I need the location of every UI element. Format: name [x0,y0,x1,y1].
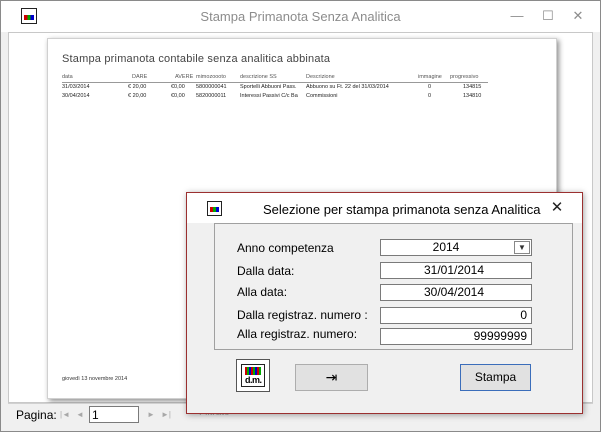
alla-data-field[interactable]: 30/04/2014 [380,284,532,301]
col-header-dare: DARE [132,74,148,80]
next-page-button[interactable]: ► [145,408,157,422]
print-button[interactable]: Stampa [460,364,531,391]
anno-competenza-select[interactable]: 2014 ▼ [380,239,532,256]
anno-competenza-value: 2014 [432,240,460,254]
dalla-registrazione-label: Dalla registraz. numero : [237,308,368,322]
exit-button[interactable]: ⇥ [295,364,368,391]
prev-page-button[interactable]: ◄ [74,408,86,422]
anno-competenza-label: Anno competenza [237,241,334,255]
page-number-input[interactable] [89,406,139,423]
dm-logo-icon: d.m. [241,364,265,387]
dialog-title: Selezione per stampa primanota senza Ana… [263,202,541,217]
title-bar: Stampa Primanota Senza Analitica — ☐ ✕ [1,1,600,32]
dialog-title-bar: Selezione per stampa primanota senza Ana… [187,193,582,223]
minimize-button[interactable]: — [505,5,529,27]
table-row: 30/04/2014 € 20,00 €0,00 5820000011 Inte… [62,93,482,99]
logo-stripes [245,367,261,375]
chevron-down-icon[interactable]: ▼ [514,241,530,254]
report-column-headers: data DARE AVERE mimozoooto descrizione S… [62,74,488,83]
close-button[interactable]: ✕ [566,5,590,27]
col-header-progressivo: progressivo [450,74,479,80]
alla-registrazione-field[interactable]: 99999999 [380,328,532,345]
table-row: 31/03/2014 € 20,00 €0,00 5800000041 Spor… [62,84,482,90]
report-title: Stampa primanota contabile senza analiti… [62,53,331,65]
col-header-avere: AVERE [175,74,194,80]
dalla-registrazione-field[interactable]: 0 [380,307,532,324]
col-header-immagine: immagine [418,74,442,80]
dalla-data-label: Dalla data: [237,264,295,278]
alla-registrazione-label: Alla registraz. numero: [237,327,358,341]
dialog-close-button[interactable]: ✕ [547,199,567,217]
col-header-descrizione-ss: descrizione SS [240,74,277,80]
last-page-button[interactable]: ►| [160,408,172,422]
exit-door-icon: ⇥ [325,369,338,385]
dalla-data-field[interactable]: 31/01/2014 [380,262,532,279]
maximize-button[interactable]: ☐ [536,5,560,27]
col-header-descrizione: Descrizione [306,74,335,80]
col-header-conto: mimozoooto [196,74,226,80]
print-selection-dialog: Selezione per stampa primanota senza Ana… [186,192,583,414]
logo-text: d.m. [245,375,262,385]
first-page-button[interactable]: |◄ [59,408,71,422]
page-label: Pagina: [16,408,57,422]
dialog-logo-icon[interactable] [207,201,222,216]
selection-panel: Anno competenza 2014 ▼ Dalla data: 31/01… [214,223,573,350]
logo-button[interactable]: d.m. [236,359,270,392]
report-footer-date: giovedì 13 novembre 2014 [62,376,128,382]
alla-data-label: Alla data: [237,285,288,299]
col-header-data: data [62,74,73,80]
